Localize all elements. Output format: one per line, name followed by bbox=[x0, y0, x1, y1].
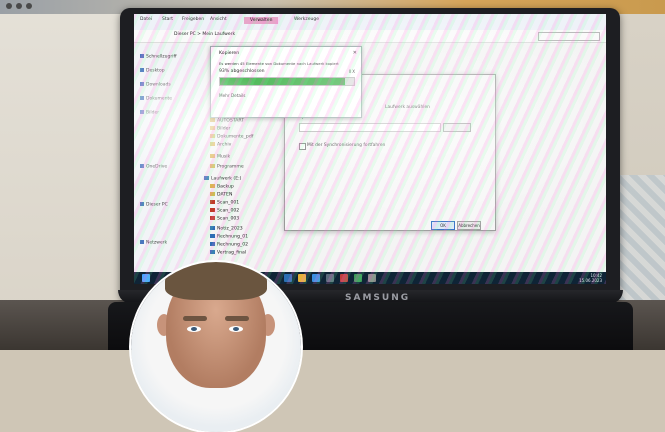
sidebar-item-label: Netzwerk bbox=[146, 240, 168, 246]
tab-home[interactable]: Start bbox=[162, 17, 173, 22]
tab-view[interactable]: Ansicht bbox=[210, 17, 227, 22]
list-item-label: Vertrag_final bbox=[217, 250, 247, 256]
list-item[interactable]: Rechnung_02 bbox=[210, 242, 248, 248]
list-item-label: Scan_003 bbox=[217, 216, 240, 222]
laptop-screen: Datei Start Freigeben Ansicht Verwalten … bbox=[134, 14, 606, 284]
pupil bbox=[233, 327, 239, 331]
eye bbox=[187, 326, 201, 332]
explorer-titlebar: Datei Start Freigeben Ansicht Verwalten … bbox=[134, 14, 606, 30]
eyebrow bbox=[225, 316, 249, 321]
pause-cancel-controls[interactable]: II X bbox=[349, 69, 355, 74]
tab-tools[interactable]: Werkzeuge bbox=[294, 17, 319, 22]
tab-manage[interactable]: Verwalten bbox=[244, 17, 279, 24]
tab-file[interactable]: Datei bbox=[140, 17, 152, 22]
tab-share[interactable]: Freigeben bbox=[182, 17, 204, 22]
eyebrow bbox=[183, 316, 207, 321]
ok-button[interactable]: OK bbox=[431, 221, 455, 230]
list-item[interactable]: Vertrag_final bbox=[210, 250, 246, 256]
pdf-icon bbox=[210, 208, 215, 212]
list-item[interactable]: Scan_002 bbox=[210, 208, 239, 214]
file-icon bbox=[210, 226, 215, 230]
sidebar-item[interactable]: Netzwerk bbox=[140, 240, 167, 246]
list-item[interactable]: Scan_003 bbox=[210, 216, 239, 222]
cancel-button[interactable]: Abbrechen bbox=[457, 221, 481, 230]
mini-icon bbox=[6, 3, 12, 9]
network-icon bbox=[140, 240, 144, 244]
taskbar-app-icon[interactable] bbox=[284, 274, 292, 282]
list-item[interactable]: Notiz_2023 bbox=[210, 226, 243, 232]
taskbar-app-icon[interactable] bbox=[340, 274, 348, 282]
clock-date: 15.06.2023 bbox=[579, 278, 602, 283]
browse-button[interactable] bbox=[443, 123, 471, 132]
list-item-label: Rechnung_02 bbox=[217, 242, 249, 248]
person-hair bbox=[165, 262, 267, 300]
webcam-overlay bbox=[131, 262, 301, 432]
checkbox-label: Mit der Synchronisierung fortfahren bbox=[307, 143, 386, 148]
path-input[interactable] bbox=[299, 123, 441, 132]
sidebar-item[interactable]: Dieser PC bbox=[140, 202, 168, 208]
pupil bbox=[191, 327, 197, 331]
list-item-label: Rechnung_01 bbox=[217, 234, 249, 240]
folder-icon[interactable] bbox=[298, 274, 306, 282]
address-bar[interactable]: Dieser PC > Mein Laufwerk bbox=[134, 30, 606, 43]
dialog-label: Laufwerk auswählen bbox=[385, 105, 430, 110]
eye bbox=[229, 326, 243, 332]
screen-glare bbox=[134, 54, 274, 194]
sync-checkbox[interactable] bbox=[299, 143, 306, 150]
list-item-label: Notiz_2023 bbox=[217, 226, 243, 232]
list-item-label: Scan_001 bbox=[217, 200, 240, 206]
list-item-label: Scan_002 bbox=[217, 208, 240, 214]
close-icon[interactable]: ✕ bbox=[353, 50, 357, 56]
mini-icon bbox=[26, 3, 32, 9]
sidebar-item-label: Dieser PC bbox=[146, 202, 168, 208]
start-icon[interactable] bbox=[142, 274, 150, 282]
clock[interactable]: 10:42 15.06.2023 bbox=[579, 273, 602, 283]
taskbar-app-icon[interactable] bbox=[326, 274, 334, 282]
address-path: Dieser PC > Mein Laufwerk bbox=[174, 32, 236, 37]
taskbar-app-icon[interactable] bbox=[354, 274, 362, 282]
pdf-icon bbox=[210, 216, 215, 220]
laptop-brand-logo: SAMSUNG bbox=[345, 293, 411, 303]
taskbar-app-icon[interactable] bbox=[368, 274, 376, 282]
mini-icon bbox=[16, 3, 22, 9]
search-input[interactable] bbox=[538, 32, 600, 41]
list-item[interactable]: Rechnung_01 bbox=[210, 234, 248, 240]
computer-icon bbox=[140, 202, 144, 206]
file-icon bbox=[210, 250, 215, 254]
file-icon bbox=[210, 242, 215, 246]
list-item[interactable]: Scan_001 bbox=[210, 200, 239, 206]
pdf-icon bbox=[210, 200, 215, 204]
browser-icon[interactable] bbox=[312, 274, 320, 282]
file-icon bbox=[210, 234, 215, 238]
